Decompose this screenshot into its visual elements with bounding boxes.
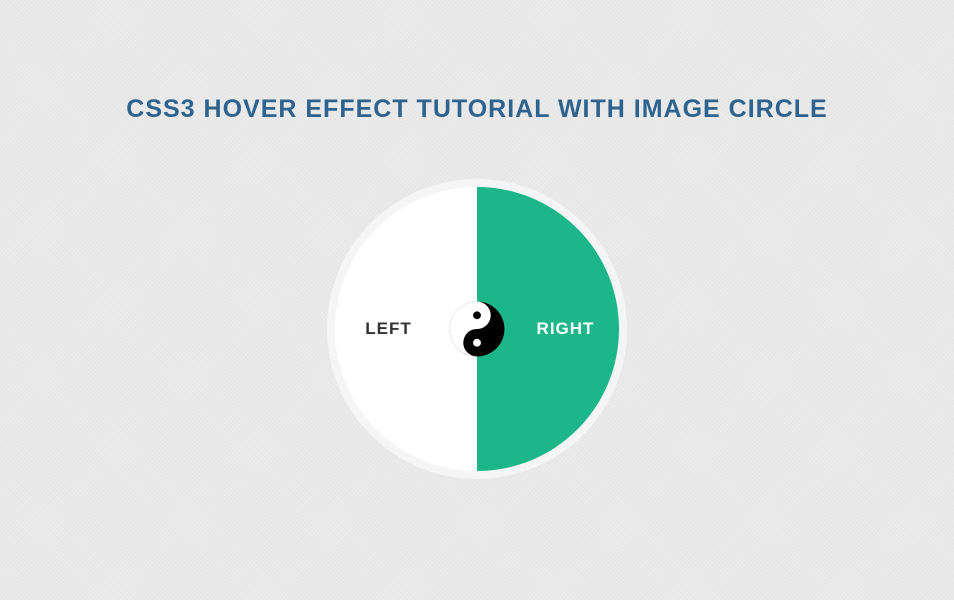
page-title: CSS3 HOVER EFFECT TUTORIAL WITH IMAGE CI…: [0, 0, 954, 124]
right-label: RIGHT: [537, 319, 595, 339]
yinyang-icon: [449, 301, 505, 357]
left-label: LEFT: [365, 319, 412, 339]
circle-container: LEFT RIGHT: [327, 179, 627, 479]
circle-inner: LEFT RIGHT: [335, 187, 619, 471]
